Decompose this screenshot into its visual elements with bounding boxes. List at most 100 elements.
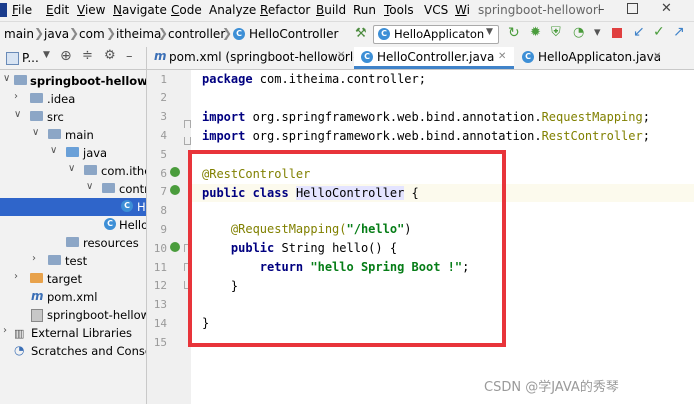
line-number: 3 (160, 110, 167, 123)
locate-icon[interactable]: ⊕ (60, 48, 72, 64)
run-config-dropdown[interactable]: C HelloApplicaton ▼ (373, 25, 499, 44)
class-icon: C (361, 51, 373, 63)
tree-item-package[interactable]: ∨ com.ithe (0, 162, 146, 180)
line-number: 1 (160, 73, 167, 86)
chevron-down-icon[interactable]: ▼ (43, 50, 50, 60)
line-number: 11 (153, 261, 167, 274)
maximize-icon[interactable] (627, 3, 638, 14)
line-number: 4 (160, 129, 167, 142)
debug-icon[interactable]: ✹ (530, 25, 541, 40)
tree-item-helloapplication[interactable]: C Hello (0, 216, 146, 234)
fold-icon[interactable] (184, 120, 191, 128)
chevron-down-icon: ∨ (32, 127, 40, 138)
tree-item-java[interactable]: ∨ java (0, 144, 146, 162)
hide-icon[interactable]: – (126, 49, 133, 64)
tree-item-label: springboot-hellow (47, 308, 147, 322)
highlight-box (188, 150, 506, 347)
breadcrumb-main[interactable]: main (4, 27, 34, 41)
maven-icon: m (154, 49, 167, 63)
folder-icon (30, 93, 43, 103)
line-number: 7 (160, 185, 167, 198)
tree-item-controller[interactable]: ∨ contr (0, 180, 146, 198)
breadcrumb-java[interactable]: java (44, 27, 69, 41)
tab-hellocontroller[interactable]: C HelloController.java ✕ (354, 47, 514, 69)
tree-item-hellocontroller[interactable]: C H (0, 198, 146, 216)
source-folder-icon (66, 147, 79, 157)
menu-window[interactable]: Wi (455, 3, 470, 17)
folder-icon (14, 75, 27, 85)
package-icon (102, 183, 115, 193)
tab-helloapplication[interactable]: C HelloApplicaton.java ✕ (515, 47, 694, 69)
stop-icon[interactable] (612, 28, 622, 38)
menu-code[interactable]: Code (171, 3, 202, 17)
gear-icon[interactable]: ⚙ (104, 48, 116, 63)
minimize-icon[interactable]: – (598, 2, 605, 17)
tree-item-main[interactable]: ∨ main (0, 126, 146, 144)
tab-pom[interactable]: m pom.xml (springboot-helloworld) ✕ (147, 47, 366, 69)
menu-tools[interactable]: Tools (384, 3, 414, 17)
coverage-icon[interactable]: ⛨ (551, 25, 561, 40)
tree-item-target[interactable]: › target (0, 270, 146, 288)
menu-build[interactable]: Build (316, 3, 346, 17)
menu-bar: File Edit View Navigate Code Analyze Ref… (0, 0, 694, 21)
tree-item-external-libraries[interactable]: › ▥ External Libraries (0, 324, 146, 342)
vcs-update-icon[interactable]: ↙ (633, 24, 645, 40)
menu-edit[interactable]: Edit (46, 3, 69, 17)
project-panel-header: P... ▼ ⊕ ≑ ⚙ – (0, 47, 146, 70)
tree-item-label: External Libraries (31, 326, 133, 340)
rerun-icon[interactable]: ↻ (508, 25, 520, 41)
menu-navigate[interactable]: Navigate (113, 3, 167, 17)
tree-item-label: contr (119, 182, 147, 196)
tree-item-project-root[interactable]: ∨ springboot-helloworld (0, 72, 146, 90)
breadcrumb-hellocontroller[interactable]: HelloController (249, 27, 338, 41)
run-gutter-icon[interactable] (170, 185, 180, 195)
request-mapping-icon[interactable] (170, 242, 180, 252)
line-number: 5 (160, 148, 167, 161)
breadcrumb-com[interactable]: com (79, 27, 105, 41)
menu-refactor[interactable]: Refactor (260, 3, 310, 17)
close-tab-icon[interactable]: ✕ (337, 50, 345, 61)
close-tab-icon[interactable]: ✕ (498, 51, 506, 62)
project-panel: P... ▼ ⊕ ≑ ⚙ – ∨ springboot-helloworld ›… (0, 47, 147, 404)
resources-folder-icon (66, 237, 79, 247)
profile-icon[interactable]: ◔ (573, 25, 584, 40)
menu-view[interactable]: View (77, 3, 105, 17)
tree-item-iml[interactable]: springboot-hellow (0, 306, 146, 324)
chevron-down-icon: ▼ (486, 27, 493, 37)
menu-analyze[interactable]: Analyze (209, 3, 256, 17)
file-icon (31, 309, 43, 322)
tree-item-label: src (47, 110, 64, 124)
menu-file[interactable]: File (12, 3, 32, 17)
tree-item-src[interactable]: ∨ src (0, 108, 146, 126)
spring-bean-icon[interactable] (170, 167, 180, 177)
menu-run[interactable]: Run (353, 3, 376, 17)
folder-icon (48, 255, 61, 265)
more-icon[interactable]: ▾ (594, 25, 601, 40)
breadcrumb-controller[interactable]: controller (168, 27, 225, 41)
chevron-down-icon: ∨ (50, 145, 58, 156)
fold-icon[interactable] (184, 137, 191, 145)
collapse-all-icon[interactable]: ≑ (82, 48, 93, 63)
library-icon: ▥ (14, 327, 25, 340)
window-title: springboot-helloworl (478, 3, 602, 17)
close-icon[interactable]: ✕ (661, 1, 672, 16)
code-text: com.itheima.controller; (252, 72, 426, 86)
tree-item-test[interactable]: › test (0, 252, 146, 270)
tree-item-scratches[interactable]: ◔ Scratches and Console (0, 342, 146, 360)
menu-vcs[interactable]: VCS (424, 3, 448, 17)
close-tab-icon[interactable]: ✕ (653, 51, 661, 62)
tree-item-idea[interactable]: › .idea (0, 90, 146, 108)
folder-icon (30, 273, 43, 283)
class-icon: C (378, 28, 390, 40)
vcs-commit-icon[interactable]: ✓ (653, 24, 665, 40)
project-panel-title[interactable]: P... (22, 51, 39, 65)
package-icon (84, 165, 97, 175)
breadcrumb-separator-icon: ❯ (158, 26, 169, 40)
tree-item-pom[interactable]: m pom.xml (0, 288, 146, 306)
hammer-icon[interactable]: ⚒ (355, 26, 367, 41)
breadcrumb-itheima[interactable]: itheima (116, 27, 161, 41)
vcs-push-icon[interactable]: ↗ (673, 24, 685, 40)
tree-item-label: Hello (119, 218, 147, 232)
tree-item-resources[interactable]: resources (0, 234, 146, 252)
tab-label: HelloApplicaton.java (538, 50, 662, 64)
